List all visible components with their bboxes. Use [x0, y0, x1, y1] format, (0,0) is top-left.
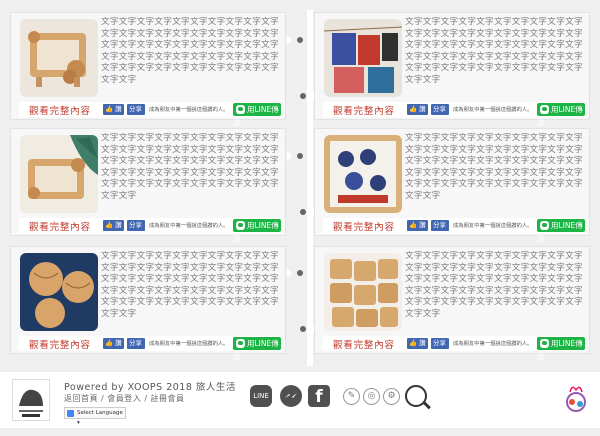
- post-excerpt: 文字文字文字文字文字文字文字文字文字文字文字文字文字文字文字文字文字文字文字文字…: [405, 17, 583, 85]
- timeline-dot: [297, 270, 303, 276]
- post-action-bar: 觀看完整內容 👍 讚 分享 成為朋友中第一個說這個讚的人。 用LINE傳送: [323, 102, 585, 127]
- read-more-link[interactable]: 觀看完整內容: [333, 103, 395, 117]
- read-more-link[interactable]: 觀看完整內容: [333, 337, 395, 351]
- fb-share-button[interactable]: 分享: [431, 338, 449, 349]
- post-card: 文字文字文字文字文字文字文字文字文字文字文字文字文字文字文字文字文字文字文字文字…: [314, 246, 590, 361]
- post-excerpt: 文字文字文字文字文字文字文字文字文字文字文字文字文字文字文字文字文字文字文字文字…: [405, 251, 583, 319]
- line-icon: [540, 221, 549, 230]
- card-pointer: [309, 324, 314, 334]
- line-icon: [540, 105, 549, 114]
- like-note: 成為朋友中第一個說這個讚的人。: [453, 107, 533, 113]
- fb-like-button[interactable]: 👍 讚: [407, 104, 428, 115]
- facebook-icon[interactable]: f: [308, 385, 330, 407]
- fb-share-button[interactable]: 分享: [431, 104, 449, 115]
- fb-share-button[interactable]: 分享: [127, 338, 145, 349]
- read-more-link[interactable]: 觀看完整內容: [29, 337, 91, 351]
- line-share-button[interactable]: 用LINE傳送: [233, 337, 281, 361]
- like-note: 成為朋友中第一個說這個讚的人。: [453, 341, 533, 347]
- post-thumbnail[interactable]: [20, 253, 98, 331]
- post-action-bar: 觀看完整內容 👍 讚 分享 成為朋友中第一個說這個讚的人。 用LINE傳送: [323, 336, 585, 361]
- fb-like-button[interactable]: 👍 讚: [407, 338, 428, 349]
- post-action-bar: 觀看完整內容 👍 讚 分享 成為朋友中第一個說這個讚的人。 用LINE傳送: [19, 218, 281, 243]
- like-note: 成為朋友中第一個說這個讚的人。: [453, 223, 533, 229]
- read-more-link[interactable]: 觀看完整內容: [29, 219, 91, 233]
- card-pointer: [309, 91, 314, 101]
- timeline-dot: [297, 37, 303, 43]
- footer-links[interactable]: 返回首頁 / 會員登入 / 註冊會員: [64, 393, 185, 404]
- post-action-bar: 觀看完整內容 👍 讚 分享 成為朋友中第一個說這個讚的人。 用LINE傳送: [323, 218, 585, 243]
- post-excerpt: 文字文字文字文字文字文字文字文字文字文字文字文字文字文字文字文字文字文字文字文字…: [405, 133, 583, 201]
- card-pointer: [287, 151, 292, 161]
- post-card: 文字文字文字文字文字文字文字文字文字文字文字文字文字文字文字文字文字文字文字文字…: [314, 128, 590, 243]
- wand-icon[interactable]: ✎: [343, 388, 360, 405]
- fb-share-button[interactable]: 分享: [127, 104, 145, 115]
- powered-by-text: Powered by XOOPS 2018 旅人生活: [64, 382, 236, 393]
- line-share-button[interactable]: 用LINE傳送: [537, 103, 585, 127]
- post-thumbnail[interactable]: [20, 19, 98, 97]
- timeline: 文字文字文字文字文字文字文字文字文字文字文字文字文字文字文字文字文字文字文字文字…: [10, 10, 590, 366]
- search-icon[interactable]: [405, 385, 427, 407]
- read-more-link[interactable]: 觀看完整內容: [29, 103, 91, 117]
- line-share-button[interactable]: 用LINE傳送: [537, 219, 585, 243]
- post-thumbnail[interactable]: [20, 135, 98, 213]
- post-thumbnail[interactable]: [324, 19, 402, 97]
- line-icon: [236, 221, 245, 230]
- post-card: 文字文字文字文字文字文字文字文字文字文字文字文字文字文字文字文字文字文字文字文字…: [314, 12, 590, 127]
- fb-like-button[interactable]: 👍 讚: [407, 220, 428, 231]
- site-footer: Powered by XOOPS 2018 旅人生活 返回首頁 / 會員登入 /…: [0, 372, 600, 428]
- line-share-button[interactable]: 用LINE傳送: [233, 219, 281, 243]
- line-icon: [540, 339, 549, 348]
- card-pointer: [287, 35, 292, 45]
- post-card: 文字文字文字文字文字文字文字文字文字文字文字文字文字文字文字文字文字文字文字文字…: [10, 246, 286, 361]
- post-action-bar: 觀看完整內容 👍 讚 分享 成為朋友中第一個說這個讚的人。 用LINE傳送: [19, 336, 281, 361]
- google-translate-icon: [67, 410, 74, 417]
- timeline-axis: [307, 10, 313, 366]
- timeline-dot: [300, 209, 306, 215]
- fb-like-button[interactable]: 👍 讚: [103, 220, 124, 231]
- site-logo[interactable]: [12, 379, 50, 421]
- card-pointer: [287, 268, 292, 278]
- post-excerpt: 文字文字文字文字文字文字文字文字文字文字文字文字文字文字文字文字文字文字文字文字…: [101, 133, 279, 201]
- post-thumbnail[interactable]: [324, 253, 402, 331]
- fb-like-button[interactable]: 👍 讚: [103, 104, 124, 115]
- gear-icon[interactable]: ⚙: [383, 388, 400, 405]
- line-share-button[interactable]: 用LINE傳送: [537, 337, 585, 361]
- mascot-logo[interactable]: [560, 382, 592, 414]
- target-icon[interactable]: ◎: [363, 388, 380, 405]
- language-select[interactable]: Select Language ▾: [64, 407, 126, 426]
- fb-share-button[interactable]: 分享: [127, 220, 145, 231]
- post-excerpt: 文字文字文字文字文字文字文字文字文字文字文字文字文字文字文字文字文字文字文字文字…: [101, 17, 279, 85]
- fb-share-button[interactable]: 分享: [431, 220, 449, 231]
- post-card: 文字文字文字文字文字文字文字文字文字文字文字文字文字文字文字文字文字文字文字文字…: [10, 12, 286, 127]
- timeline-dot: [300, 326, 306, 332]
- messenger-icon[interactable]: [280, 385, 302, 407]
- line-share-button[interactable]: 用LINE傳送: [233, 103, 281, 127]
- line-icon: [236, 105, 245, 114]
- timeline-dot: [297, 153, 303, 159]
- line-social-icon[interactable]: LINE: [250, 385, 272, 407]
- line-icon: [236, 339, 245, 348]
- like-note: 成為朋友中第一個說這個讚的人。: [149, 341, 229, 347]
- post-action-bar: 觀看完整內容 👍 讚 分享 成為朋友中第一個說這個讚的人。 用LINE傳送: [19, 102, 281, 127]
- card-pointer: [309, 207, 314, 217]
- read-more-link[interactable]: 觀看完整內容: [333, 219, 395, 233]
- fb-like-button[interactable]: 👍 讚: [103, 338, 124, 349]
- timeline-dot: [300, 93, 306, 99]
- post-card: 文字文字文字文字文字文字文字文字文字文字文字文字文字文字文字文字文字文字文字文字…: [10, 128, 286, 243]
- like-note: 成為朋友中第一個說這個讚的人。: [149, 223, 229, 229]
- like-note: 成為朋友中第一個說這個讚的人。: [149, 107, 229, 113]
- post-excerpt: 文字文字文字文字文字文字文字文字文字文字文字文字文字文字文字文字文字文字文字文字…: [101, 251, 279, 319]
- post-thumbnail[interactable]: [324, 135, 402, 213]
